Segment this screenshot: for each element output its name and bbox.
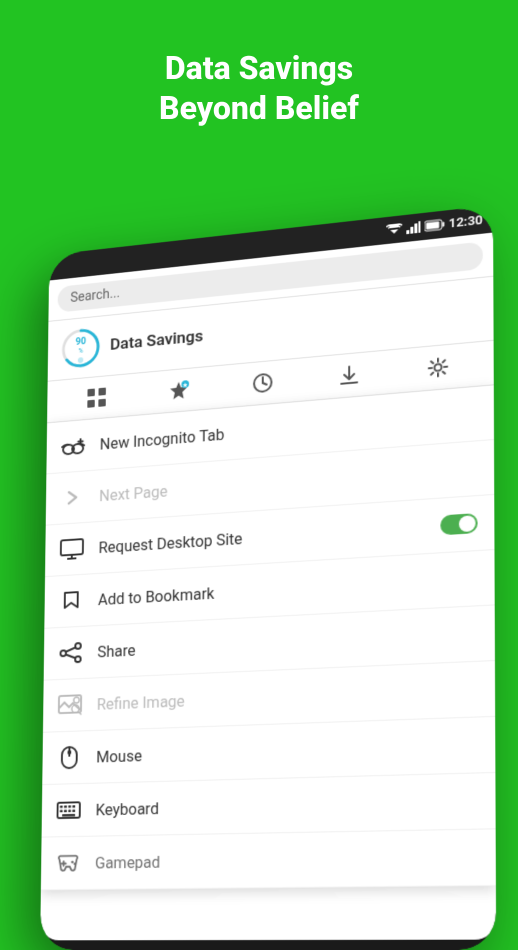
refine-image-label: Refine Image xyxy=(97,691,185,713)
incognito-icon xyxy=(61,433,85,459)
data-savings-label: Data Savings xyxy=(110,327,203,355)
grid-icon[interactable] xyxy=(82,381,112,413)
gamepad-icon xyxy=(56,850,80,875)
mouse-label: Mouse xyxy=(96,746,142,766)
desktop-site-toggle[interactable] xyxy=(440,513,477,535)
download-icon[interactable] xyxy=(333,358,365,392)
status-icons: 12:30 xyxy=(386,213,483,238)
mouse-icon xyxy=(57,745,81,771)
share-icon xyxy=(58,640,82,666)
svg-text:%: % xyxy=(78,347,83,355)
svg-text:★: ★ xyxy=(183,382,189,389)
data-savings-badge: 90 % xyxy=(60,326,101,371)
hero-title-line2: Beyond Belief xyxy=(159,89,359,127)
battery-icon xyxy=(424,218,444,232)
add-to-bookmark-label: Add to Bookmark xyxy=(98,584,215,609)
phone-inner: 12:30 Search... 90 % xyxy=(40,205,496,950)
phone-mockup: 12:30 Search... 90 % xyxy=(40,205,496,950)
refine-image-icon xyxy=(58,692,82,718)
new-incognito-tab-label: New Incognito Tab xyxy=(100,425,225,453)
phone-bottom-bar xyxy=(40,940,496,950)
star-icon[interactable]: ★ xyxy=(163,374,193,407)
hero-title: Data Savings Beyond Belief xyxy=(0,48,518,128)
hero-title-line1: Data Savings xyxy=(165,49,353,87)
clock-icon[interactable] xyxy=(247,366,278,399)
share-label: Share xyxy=(97,641,135,661)
menu-item-keyboard[interactable]: Keyboard xyxy=(42,773,496,838)
context-menu: New Incognito Tab Next Page xyxy=(41,384,496,890)
keyboard-icon xyxy=(56,797,80,822)
desktop-site-icon xyxy=(60,536,84,562)
screen-content: Search... 90 % Data Savings xyxy=(40,233,496,941)
wifi-icon xyxy=(386,223,402,236)
request-desktop-site-label: Request Desktop Site xyxy=(99,529,243,556)
signal-icon xyxy=(406,221,420,234)
hero-section: Data Savings Beyond Belief xyxy=(0,0,518,158)
settings-icon[interactable] xyxy=(422,350,455,384)
status-time: 12:30 xyxy=(449,213,483,231)
next-page-label: Next Page xyxy=(99,482,168,505)
gamepad-label: Gamepad xyxy=(95,852,160,871)
bookmark-icon xyxy=(59,588,83,614)
menu-item-gamepad[interactable]: Gamepad xyxy=(41,829,496,890)
address-bar-text: Search... xyxy=(70,286,120,306)
keyboard-label: Keyboard xyxy=(96,799,159,819)
next-page-icon xyxy=(60,485,84,511)
